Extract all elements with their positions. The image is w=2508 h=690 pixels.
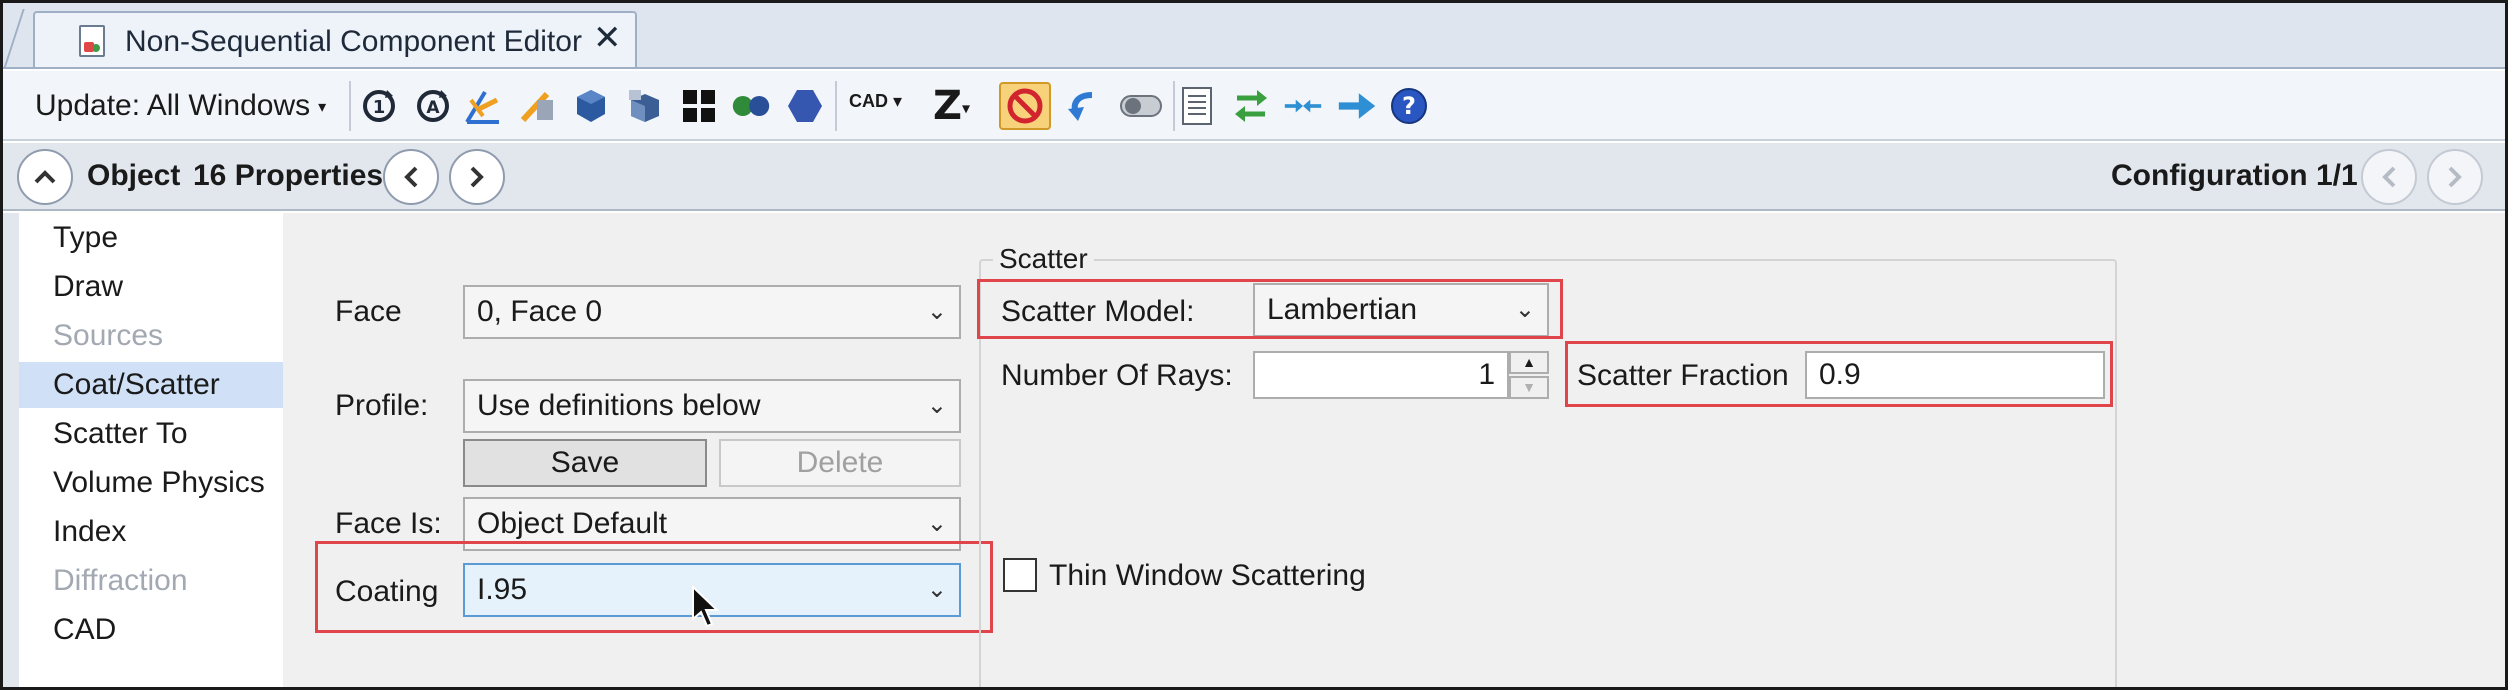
thin-window-label: Thin Window Scattering [1049, 559, 1366, 592]
toolbar-separator [835, 81, 837, 131]
chevron-right-icon [470, 166, 484, 188]
right-arrow-icon[interactable] [1337, 85, 1377, 127]
nav-item-sources: Sources [53, 319, 164, 352]
face-is-value: Object Default [477, 507, 668, 540]
nav-item-type[interactable]: Type [19, 215, 283, 261]
chevron-down-icon: ⌄ [926, 392, 947, 419]
grid-icon[interactable] [679, 85, 719, 127]
z-dropdown[interactable]: Z▾ [933, 83, 970, 129]
help-icon[interactable]: ? [1389, 85, 1429, 127]
layout-icon[interactable] [517, 85, 557, 127]
swap-arrows-icon[interactable] [1231, 85, 1271, 127]
object-bar: Object 16 Properties Configuration 1/1 [3, 143, 2505, 211]
tab-strip: Non-Sequential Component Editor ✕ [3, 3, 2505, 69]
nav-item-draw[interactable]: Draw [19, 264, 283, 310]
chevron-right-icon [2448, 166, 2462, 188]
chevron-down-icon: ▾ [962, 98, 971, 118]
face-label: Face [335, 295, 402, 328]
z-label: Z [933, 83, 963, 129]
editor-window: Non-Sequential Component Editor ✕ Update… [0, 0, 2508, 690]
delete-button: Delete [719, 439, 961, 487]
chevron-up-icon [34, 170, 56, 184]
next-configuration-button[interactable] [2427, 149, 2483, 205]
profile-label: Profile: [335, 389, 429, 422]
update-1-icon[interactable]: 1 [359, 85, 399, 127]
collapse-button[interactable] [17, 149, 73, 205]
nav-item-coat-scatter[interactable]: Coat/Scatter [19, 362, 283, 408]
object-label: Object [87, 159, 181, 192]
document-icon[interactable] [1177, 85, 1217, 127]
face-select[interactable]: 0, Face 0 ⌄ [463, 285, 961, 339]
no-entry-icon[interactable] [999, 82, 1051, 130]
previous-configuration-button[interactable] [2361, 149, 2417, 205]
merge-arrows-icon[interactable] [1283, 85, 1323, 127]
rays-stepper[interactable]: ▲ ▼ [1509, 351, 1549, 399]
chevron-left-icon [404, 166, 418, 188]
pair-circles-icon[interactable] [731, 85, 771, 127]
scatter-model-highlight [977, 279, 1563, 339]
update-all-icon[interactable]: A [413, 85, 453, 127]
toolbar-separator [349, 81, 351, 131]
ray-trace-icon[interactable] [463, 85, 503, 127]
tab-nsc-editor[interactable]: Non-Sequential Component Editor ✕ [33, 11, 637, 67]
coating-highlight [315, 541, 993, 633]
property-nav: Type Draw Sources Coat/Scatter Scatter T… [19, 213, 283, 687]
thin-window-checkbox[interactable] [1003, 558, 1037, 592]
svg-text:1: 1 [373, 97, 386, 118]
solid-3d-icon[interactable] [571, 85, 611, 127]
chevron-down-icon: ▾ [318, 99, 327, 117]
previous-object-button[interactable] [383, 149, 439, 205]
hexagon-icon[interactable] [785, 85, 825, 127]
tab-title: Non-Sequential Component Editor [125, 25, 582, 58]
face-is-label: Face Is: [335, 507, 442, 540]
svg-text:?: ? [1402, 92, 1416, 120]
chevron-left-icon [2382, 166, 2396, 188]
property-count: 16 Properties [193, 159, 384, 192]
stepper-down-icon[interactable]: ▼ [1509, 376, 1549, 399]
number-of-rays-label: Number Of Rays: [1001, 359, 1233, 392]
cad-label: CAD [849, 91, 888, 111]
svg-text:A: A [426, 98, 440, 118]
toggle-icon[interactable] [1117, 85, 1165, 127]
nav-item-scatter-to[interactable]: Scatter To [19, 411, 283, 457]
configuration-label: Configuration 1/1 [2111, 159, 2358, 192]
nav-item-volume-physics[interactable]: Volume Physics [19, 460, 283, 506]
scatter-group-title: Scatter [993, 243, 1094, 275]
scatter-fraction-highlight [1565, 341, 2113, 407]
nav-item-cad[interactable]: CAD [19, 607, 283, 653]
number-of-rays-input[interactable]: 1 [1253, 351, 1509, 399]
save-button[interactable]: Save [463, 439, 707, 487]
nsc-editor-document-icon [79, 25, 105, 57]
toolbar: Update: All Windows ▾ 1 A CAD ▾ Z▾ ? [3, 71, 2505, 141]
shaded-model-icon[interactable] [625, 85, 665, 127]
next-object-button[interactable] [449, 149, 505, 205]
nav-item-diffraction: Diffraction [53, 564, 188, 597]
cad-dropdown[interactable]: CAD ▾ [849, 91, 902, 112]
close-icon[interactable]: ✕ [593, 21, 622, 55]
nav-item-index[interactable]: Index [19, 509, 283, 555]
undo-arrow-icon[interactable] [1063, 85, 1103, 127]
stepper-up-icon[interactable]: ▲ [1509, 351, 1549, 374]
face-value: 0, Face 0 [477, 295, 603, 328]
chevron-down-icon: ⌄ [926, 298, 947, 325]
chevron-down-icon: ▾ [893, 91, 903, 111]
toolbar-separator [1173, 81, 1175, 131]
update-dropdown[interactable]: Update: All Windows ▾ [35, 89, 326, 123]
profile-value: Use definitions below [477, 389, 761, 422]
mouse-cursor-icon [692, 585, 720, 628]
update-label: Update: All Windows [35, 89, 311, 122]
profile-select[interactable]: Use definitions below ⌄ [463, 379, 961, 433]
